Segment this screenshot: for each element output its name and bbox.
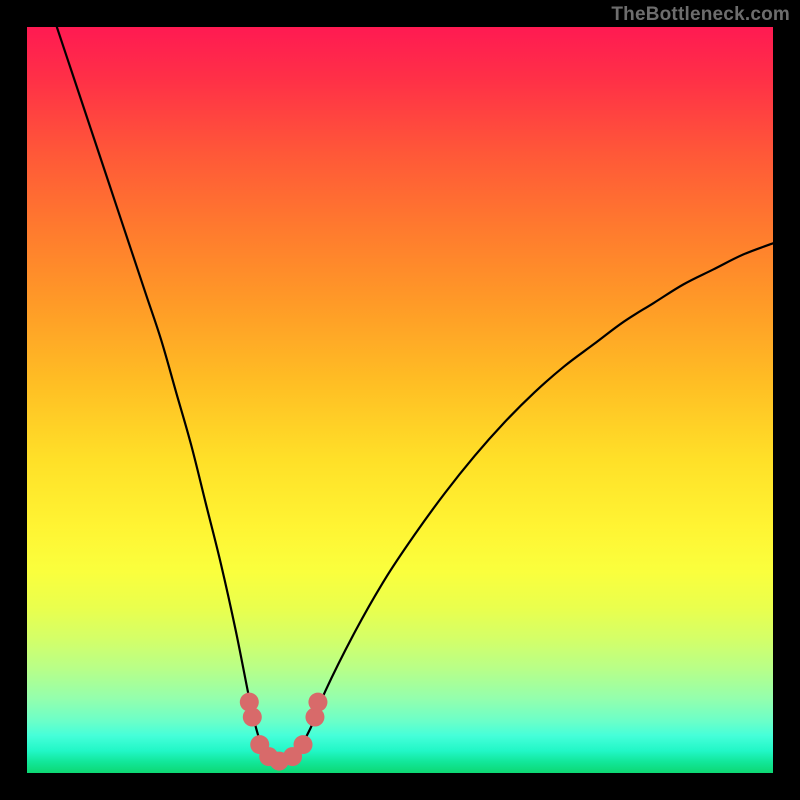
bottleneck-curve bbox=[57, 27, 773, 763]
curve-marker bbox=[308, 693, 327, 712]
curve-layer bbox=[27, 27, 773, 773]
watermark-text: TheBottleneck.com bbox=[611, 4, 790, 26]
curve-markers bbox=[240, 693, 328, 771]
curve-marker bbox=[243, 708, 262, 727]
curve-marker bbox=[294, 735, 313, 754]
chart-frame: TheBottleneck.com bbox=[0, 0, 800, 800]
plot-area bbox=[27, 27, 773, 773]
